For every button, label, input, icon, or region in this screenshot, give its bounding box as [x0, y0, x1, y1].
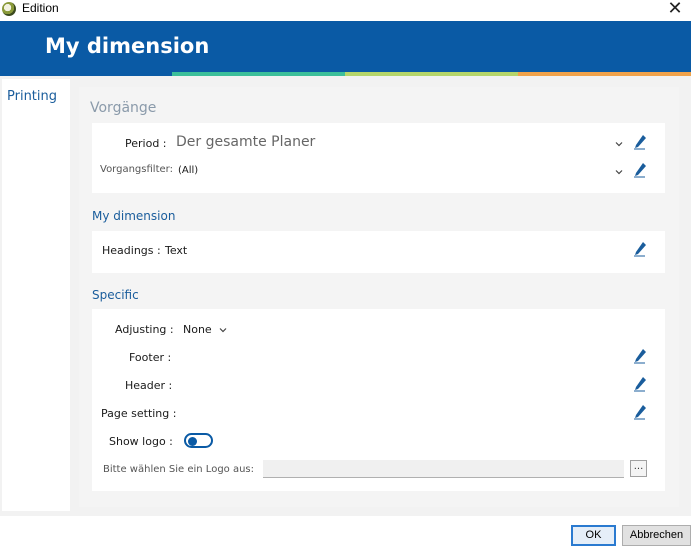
app-logo-icon: [2, 2, 16, 16]
show-logo-toggle[interactable]: [184, 433, 213, 448]
close-icon[interactable]: ✕: [663, 0, 687, 20]
toggle-knob: [188, 436, 197, 446]
footer-label: Footer :: [129, 351, 172, 364]
edit-headings-pencil-icon[interactable]: [633, 241, 647, 257]
window-titlebar: Edition ✕: [0, 0, 691, 21]
logo-prompt-label: Bitte wählen Sie ein Logo aus:: [103, 464, 255, 475]
edit-filter-pencil-icon[interactable]: [633, 162, 647, 178]
page-title: My dimension: [45, 34, 210, 58]
chevron-down-icon[interactable]: [614, 139, 624, 149]
cancel-button[interactable]: Abbrechen: [622, 525, 691, 546]
vorgange-card: Period : Der gesamte Planer Vorgangsfilt…: [92, 123, 665, 193]
chevron-down-icon[interactable]: [218, 325, 228, 335]
headings-value: Text: [165, 244, 188, 257]
edit-header-pencil-icon[interactable]: [633, 376, 647, 392]
chevron-down-icon[interactable]: [614, 167, 624, 177]
ok-button[interactable]: OK: [571, 525, 616, 546]
vorgangsfilter-select[interactable]: (All): [178, 165, 198, 176]
edit-footer-pencil-icon[interactable]: [633, 348, 647, 364]
specific-card: Adjusting : None Footer : Header : Page …: [92, 309, 665, 491]
page-setting-label: Page setting :: [101, 407, 177, 420]
adjusting-select[interactable]: None: [183, 323, 212, 336]
vorgangsfilter-label: Vorgangsfilter:: [100, 164, 173, 175]
section-title-my-dimension: My dimension: [92, 209, 176, 223]
section-title-vorgange: Vorgänge: [90, 100, 157, 116]
adjusting-label: Adjusting :: [115, 323, 174, 336]
headings-label: Headings :: [102, 244, 161, 257]
header-banner: My dimension: [0, 21, 691, 72]
window-title: Edition: [22, 1, 59, 15]
settings-panel: Vorgänge Period : Der gesamte Planer Vor…: [79, 87, 679, 507]
edit-page-setting-pencil-icon[interactable]: [633, 404, 647, 420]
header-label: Header :: [125, 379, 173, 392]
sidebar: Printing: [2, 79, 70, 511]
edit-period-pencil-icon[interactable]: [633, 134, 647, 150]
browse-logo-button[interactable]: ...: [630, 460, 647, 477]
period-label: Period :: [125, 137, 167, 150]
show-logo-label: Show logo :: [109, 435, 173, 448]
sidebar-item-printing[interactable]: Printing: [7, 89, 57, 104]
my-dimension-card: Headings : Text: [92, 231, 665, 273]
period-select[interactable]: Der gesamte Planer: [176, 134, 315, 150]
logo-path-input[interactable]: [263, 460, 624, 478]
section-title-specific: Specific: [92, 288, 139, 302]
dialog-footer: OK Abbrechen: [0, 516, 691, 551]
